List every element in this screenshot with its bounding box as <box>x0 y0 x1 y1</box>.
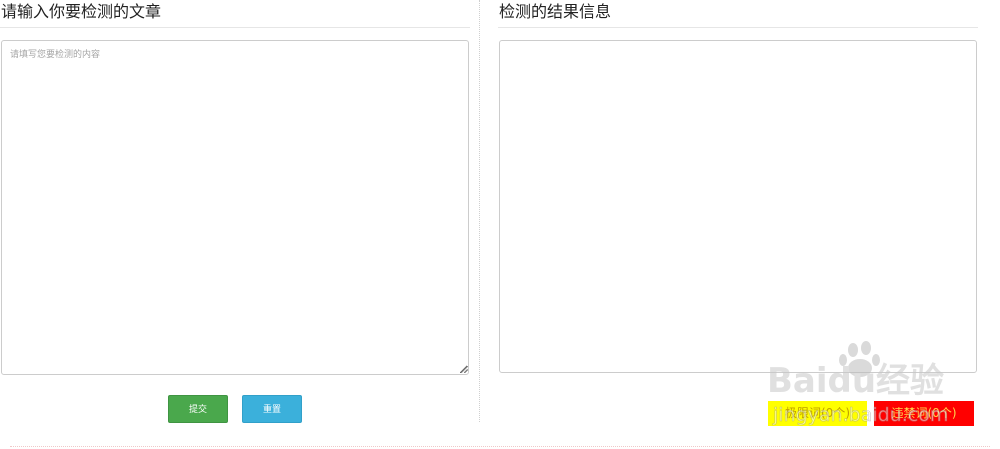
result-output <box>499 40 977 373</box>
input-panel: 请输入你要检测的文章 <box>0 0 470 28</box>
input-panel-title: 请输入你要检测的文章 <box>0 0 470 28</box>
result-panel-title: 检测的结果信息 <box>498 0 978 28</box>
reset-button[interactable]: 重置 <box>242 395 302 423</box>
banned-words-badge: 违禁词(0个) <box>874 401 974 426</box>
extreme-words-badge: 极限词(0个) <box>768 401 867 426</box>
submit-button[interactable]: 提交 <box>168 395 228 423</box>
bottom-divider <box>10 446 990 447</box>
article-input[interactable] <box>1 40 469 375</box>
panel-divider <box>479 0 480 422</box>
result-panel: 检测的结果信息 <box>498 0 978 28</box>
resize-grip-icon[interactable] <box>461 366 468 373</box>
